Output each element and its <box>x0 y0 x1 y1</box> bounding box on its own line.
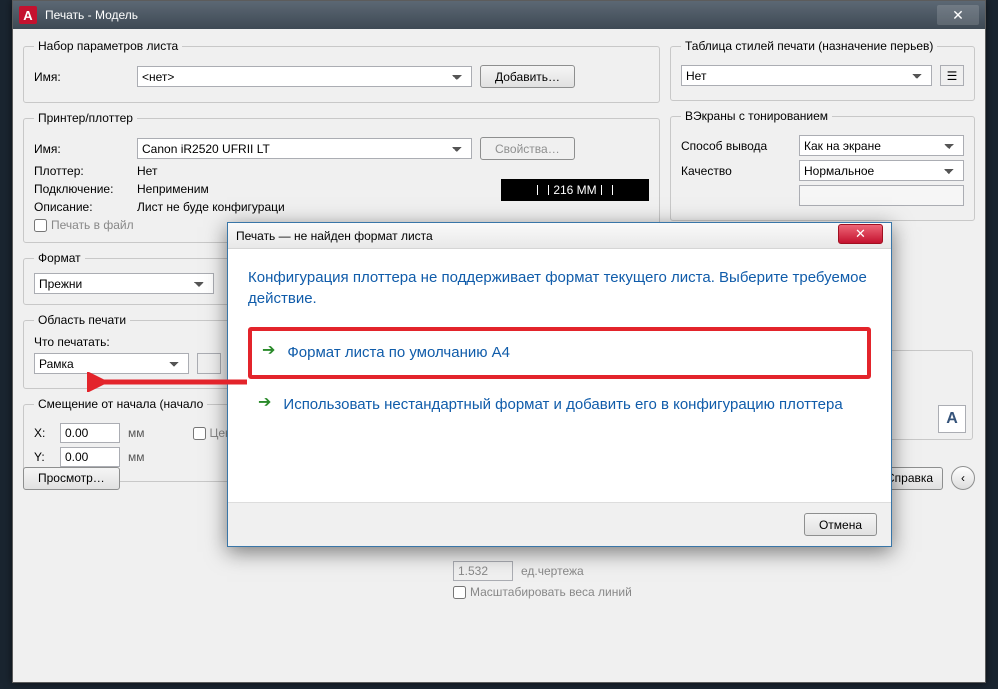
connection-value: Неприменим <box>137 182 209 196</box>
plot-styles-group: Таблица стилей печати (назначение перьев… <box>670 39 975 101</box>
offset-y-input[interactable] <box>60 447 120 467</box>
scale-custom-input <box>453 561 513 581</box>
modal-titlebar: Печать — не найден формат листа ✕ <box>228 223 891 249</box>
modal-message: Конфигурация плоттера не поддерживает фо… <box>248 267 871 309</box>
pagesetup-name-combo[interactable]: <нет> <box>137 66 472 87</box>
arrow-right-icon: ➔ <box>258 395 271 411</box>
shade-mode-label: Способ вывода <box>681 139 791 153</box>
printer-name-combo[interactable]: Canon iR2520 UFRII LT <box>137 138 472 159</box>
plot-styles-legend: Таблица стилей печати (назначение перьев… <box>681 39 937 53</box>
printer-legend: Принтер/плоттер <box>34 111 137 125</box>
pagesetup-add-button[interactable]: Добавить… <box>480 65 575 88</box>
scale-lineweights-checkbox[interactable]: Масштабировать веса линий <box>453 585 632 599</box>
option-custom-size-label: Использовать нестандартный формат и доба… <box>283 395 842 415</box>
pagesetup-name-label: Имя: <box>34 70 129 84</box>
scale-lineweights-input[interactable] <box>453 586 466 599</box>
window-title: Печать - Модель <box>45 8 937 22</box>
plot-area-legend: Область печати <box>34 313 130 327</box>
offset-legend: Смещение от начала (начало <box>34 397 207 411</box>
expand-options-button[interactable]: ‹ <box>951 466 975 490</box>
plot-to-file-label: Печать в файл <box>51 218 134 232</box>
offset-x-label: X: <box>34 426 52 440</box>
printer-name-label: Имя: <box>34 142 129 156</box>
option-custom-size[interactable]: ➔ Использовать нестандартный формат и до… <box>248 383 871 427</box>
shade-quality-label: Качество <box>681 164 791 178</box>
shade-quality-combo[interactable]: Нормальное <box>799 160 964 181</box>
window-pick-button[interactable] <box>197 353 221 374</box>
shade-mode-combo[interactable]: Как на экране <box>799 135 964 156</box>
what-to-plot-combo[interactable]: Рамка <box>34 353 189 374</box>
scale-units-label: ед.чертежа <box>521 564 584 578</box>
offset-y-label: Y: <box>34 450 52 464</box>
connection-label: Подключение: <box>34 182 129 196</box>
offset-y-units: мм <box>128 450 145 464</box>
offset-x-units: мм <box>128 426 145 440</box>
plotter-value: Нет <box>137 164 157 178</box>
paper-size-combo[interactable]: Прежни <box>34 273 214 294</box>
scale-lineweights-label: Масштабировать веса линий <box>470 585 632 599</box>
plot-to-file-input[interactable] <box>34 219 47 232</box>
dpi-input <box>799 185 964 206</box>
titlebar: A Печать - Модель ✕ <box>13 1 985 29</box>
modal-cancel-button[interactable]: Отмена <box>804 513 877 536</box>
paper-size-not-found-dialog: Печать — не найден формат листа ✕ Конфиг… <box>227 222 892 547</box>
arrow-right-icon: ➔ <box>262 343 275 359</box>
option-default-a4-label: Формат листа по умолчанию A4 <box>287 343 510 363</box>
offset-x-input[interactable] <box>60 423 120 443</box>
close-icon[interactable]: ✕ <box>937 5 979 25</box>
orientation-preview-icon: A <box>938 405 966 433</box>
modal-footer: Отмена <box>228 502 891 546</box>
page-setup-group: Набор параметров листа Имя: <нет> Добави… <box>23 39 660 103</box>
page-setup-legend: Набор параметров листа <box>34 39 182 53</box>
center-input[interactable] <box>193 427 206 440</box>
shade-legend: ВЭкраны с тонированием <box>681 109 832 123</box>
option-default-a4[interactable]: ➔ Формат листа по умолчанию A4 <box>248 327 871 379</box>
app-icon: A <box>19 6 37 24</box>
shade-group: ВЭкраны с тонированием Способ вывода Как… <box>670 109 975 221</box>
plot-style-edit-icon[interactable]: ☰ <box>940 65 964 86</box>
modal-title: Печать — не найден формат листа <box>236 229 838 243</box>
description-label: Описание: <box>34 200 129 214</box>
plot-style-combo[interactable]: Нет <box>681 65 932 86</box>
description-value: Лист не буде конфигураци <box>137 200 285 214</box>
printer-properties-button[interactable]: Свойства… <box>480 137 575 160</box>
chevron-left-icon: ‹ <box>961 471 965 485</box>
paper-preview: 216 MM <box>501 179 649 201</box>
plotter-label: Плоттер: <box>34 164 129 178</box>
modal-close-button[interactable]: ✕ <box>838 224 883 244</box>
preview-button[interactable]: Просмотр… <box>23 467 120 490</box>
paper-width-indicator: 216 MM <box>501 179 649 201</box>
paper-size-legend: Формат <box>34 251 85 265</box>
